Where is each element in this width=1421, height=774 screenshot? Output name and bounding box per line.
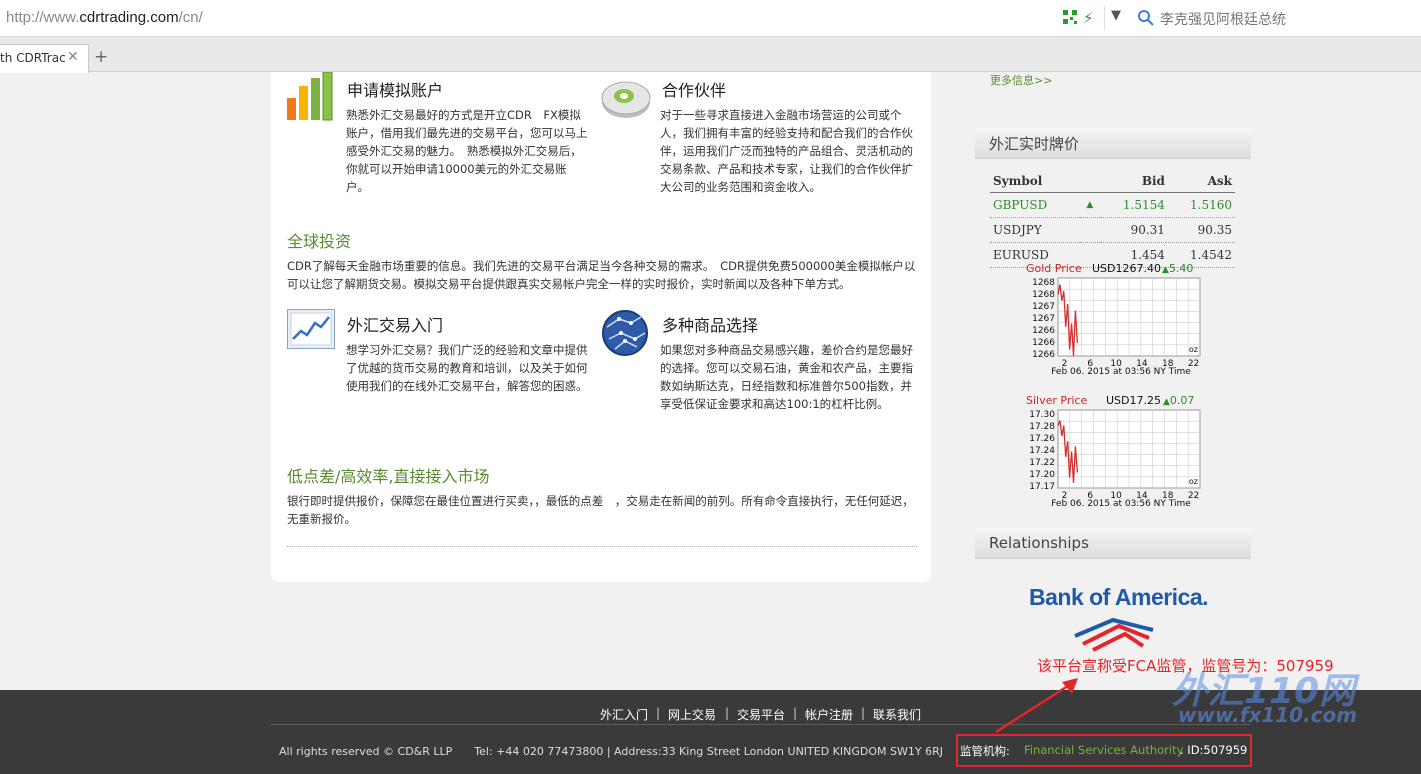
gold-y-tick-label: 1266 bbox=[1032, 338, 1055, 348]
footer-separator: | bbox=[725, 706, 730, 720]
silver-price-chart: Silver Price USD17.25 ▲0.07 17.30 17.28 17… bbox=[1024, 394, 1204, 506]
watermark-url: www.fx110.com bbox=[1178, 703, 1358, 727]
trend-up-icon: ▲ bbox=[1079, 192, 1100, 218]
line-chart-icon bbox=[287, 309, 335, 349]
tab-bar bbox=[0, 37, 1421, 72]
silver-y-tick-label: 17.24 bbox=[1029, 446, 1055, 456]
relationships-header-bar: Relationships bbox=[975, 528, 1251, 559]
globe-icon bbox=[602, 310, 648, 356]
regulator-name-link[interactable]: Financial Services Authority bbox=[1024, 743, 1183, 757]
footer-link-forex-intro[interactable]: 外汇入门 bbox=[600, 706, 648, 723]
feature-title-products[interactable]: 多种商品选择 bbox=[662, 312, 758, 336]
col-bid: Bid bbox=[1099, 170, 1166, 193]
gold-y-tick-label: 1267 bbox=[1032, 314, 1055, 324]
feature-body-partners: 对于一些寻求直接进入金融市场营运的公司或个人，我们拥有丰富的经验支持和配合我们的… bbox=[660, 108, 913, 194]
gold-y-tick-label: 1266 bbox=[1032, 350, 1055, 360]
more-info-link[interactable]: 更多信息>> bbox=[990, 72, 1052, 88]
bank-of-america-logo-text[interactable]: Bank of America. bbox=[1029, 584, 1209, 611]
feature-body-demo: 熟悉外汇交易最好的方式是开立CDR FX模拟账户，借用我们最先进的交易平台，您可… bbox=[346, 108, 588, 194]
lightning-icon[interactable]: ⚡ bbox=[1083, 9, 1094, 27]
feature-body-intro: 想学习外汇交易？我们广泛的经验和文章中提供了优越的货币交易的教育和培训，以及关于… bbox=[346, 343, 588, 393]
section-title-low-spread: 低点差/高效率,直接接入市场 bbox=[287, 467, 490, 486]
silver-chart-plot: 17.3017.2817.2617.2417.2217.2017.172 6 10 1… bbox=[1029, 409, 1201, 506]
feature-title-demo[interactable]: 申请模拟账户 bbox=[347, 77, 443, 101]
section-title-global: 全球投资 bbox=[287, 232, 352, 251]
quote-ask: 90.35 bbox=[1165, 217, 1235, 243]
feature-title-partners[interactable]: 合作伙伴 bbox=[662, 77, 726, 101]
footer-link-online-trading[interactable]: 网上交易 bbox=[668, 706, 716, 723]
qr-code-icon[interactable] bbox=[1063, 10, 1077, 24]
quotes-header-bar: 外汇实时牌价 bbox=[975, 128, 1251, 159]
footer-link-contact[interactable]: 联系我们 bbox=[873, 706, 921, 723]
bank-of-america-flag-icon bbox=[1074, 617, 1154, 652]
feature-body-products: 如果您对多种商品交易感兴趣，差价合约是您最好的选择。您可以交易石油，黄金和农产品… bbox=[660, 343, 913, 411]
url-prefix: http://www. bbox=[6, 9, 80, 26]
silver-y-tick-label: 17.20 bbox=[1029, 470, 1055, 480]
section-body-global: CDR了解每天金融市场重要的信息。我们先进的交易平台满足当今各种交易的需求。 C… bbox=[287, 259, 916, 291]
footer-link-register[interactable]: 帐户注册 bbox=[805, 706, 853, 723]
toolbar-divider bbox=[1104, 6, 1105, 30]
footer-copyright: All rights reserved © CD&R LLP Tel: +44 … bbox=[279, 745, 943, 758]
gold-unit-label: oz bbox=[1189, 345, 1198, 354]
silver-unit-label: oz bbox=[1189, 477, 1198, 486]
silver-y-tick-label: 17.30 bbox=[1029, 410, 1055, 420]
footer-separator: | bbox=[793, 706, 798, 720]
close-icon[interactable]: ✕ bbox=[67, 49, 79, 65]
quote-symbol: GBPUSD bbox=[990, 192, 1080, 218]
disc-icon bbox=[601, 81, 651, 118]
silver-y-tick-label: 17.17 bbox=[1029, 482, 1055, 492]
quotes-table: Symbol Bid Ask GBPUSD ▲ 1.5154 1.5160 US… bbox=[990, 170, 1235, 268]
gold-price-chart: Gold Price USD1267.40 ▲5.40 1268 1268 1267… bbox=[1024, 262, 1204, 374]
feature-title-intro[interactable]: 外汇交易入门 bbox=[347, 312, 443, 336]
footer-separator: | bbox=[861, 706, 866, 720]
col-symbol: Symbol bbox=[990, 170, 1080, 193]
gold-y-tick-label: 1268 bbox=[1032, 290, 1055, 300]
relationships-title: Relationships bbox=[989, 534, 1089, 552]
bar-chart-icon bbox=[287, 72, 333, 121]
regulator-id: . ID:507959 bbox=[1180, 743, 1248, 757]
url-domain: cdrtrading.com bbox=[79, 9, 179, 26]
new-tab-button[interactable]: + bbox=[94, 47, 108, 67]
quote-bid: 1.5154 bbox=[1099, 192, 1166, 218]
url-text[interactable]: http://www.cdrtrading.com/cn/ bbox=[6, 9, 203, 26]
chevron-down-icon[interactable]: ▼ bbox=[1111, 8, 1121, 23]
dotted-divider bbox=[287, 546, 917, 547]
gold-y-tick-label: 1268 bbox=[1032, 278, 1055, 288]
gold-chart-plot: 12681268126712671266126612662 6 10 14 18 22oz… bbox=[1032, 277, 1201, 374]
quotes-table-header: Symbol Bid Ask bbox=[990, 170, 1235, 193]
quote-bid: 90.31 bbox=[1099, 217, 1166, 243]
silver-timestamp: Feb 06, 2015 at 03:56 NY Time bbox=[1051, 499, 1191, 506]
quote-row[interactable]: GBPUSD ▲ 1.5154 1.5160 bbox=[990, 192, 1235, 218]
section-body-low-spread: 银行即时提供报价，保障您在最佳位置进行买卖，，最低的点差 ，交易走在新闻的前列。… bbox=[287, 494, 914, 526]
footer-link-platform[interactable]: 交易平台 bbox=[737, 706, 785, 723]
silver-y-tick-label: 17.28 bbox=[1029, 422, 1055, 432]
quote-row[interactable]: USDJPY 90.31 90.35 bbox=[990, 217, 1235, 243]
search-icon[interactable] bbox=[1137, 9, 1155, 27]
quote-ask: 1.5160 bbox=[1165, 192, 1235, 218]
quotes-title: 外汇实时牌价 bbox=[989, 135, 1080, 153]
silver-y-tick-label: 17.22 bbox=[1029, 458, 1055, 468]
url-suffix: /cn/ bbox=[178, 9, 203, 26]
footer-divider bbox=[271, 724, 1251, 725]
gold-y-tick-label: 1266 bbox=[1032, 326, 1055, 336]
regulator-label: 监管机构: bbox=[960, 744, 1010, 758]
annotation-arrow-icon bbox=[995, 678, 1078, 734]
search-input[interactable]: 李克强见阿根廷总统 bbox=[1160, 9, 1286, 29]
gold-y-tick-label: 1267 bbox=[1032, 302, 1055, 312]
quote-symbol: USDJPY bbox=[990, 217, 1080, 243]
tab-title[interactable]: th CDRTrac bbox=[0, 51, 66, 65]
gold-timestamp: Feb 06, 2015 at 03:56 NY Time bbox=[1051, 367, 1191, 374]
footer-separator: | bbox=[656, 706, 661, 720]
col-ask: Ask bbox=[1165, 170, 1235, 193]
silver-y-tick-label: 17.26 bbox=[1029, 434, 1055, 444]
